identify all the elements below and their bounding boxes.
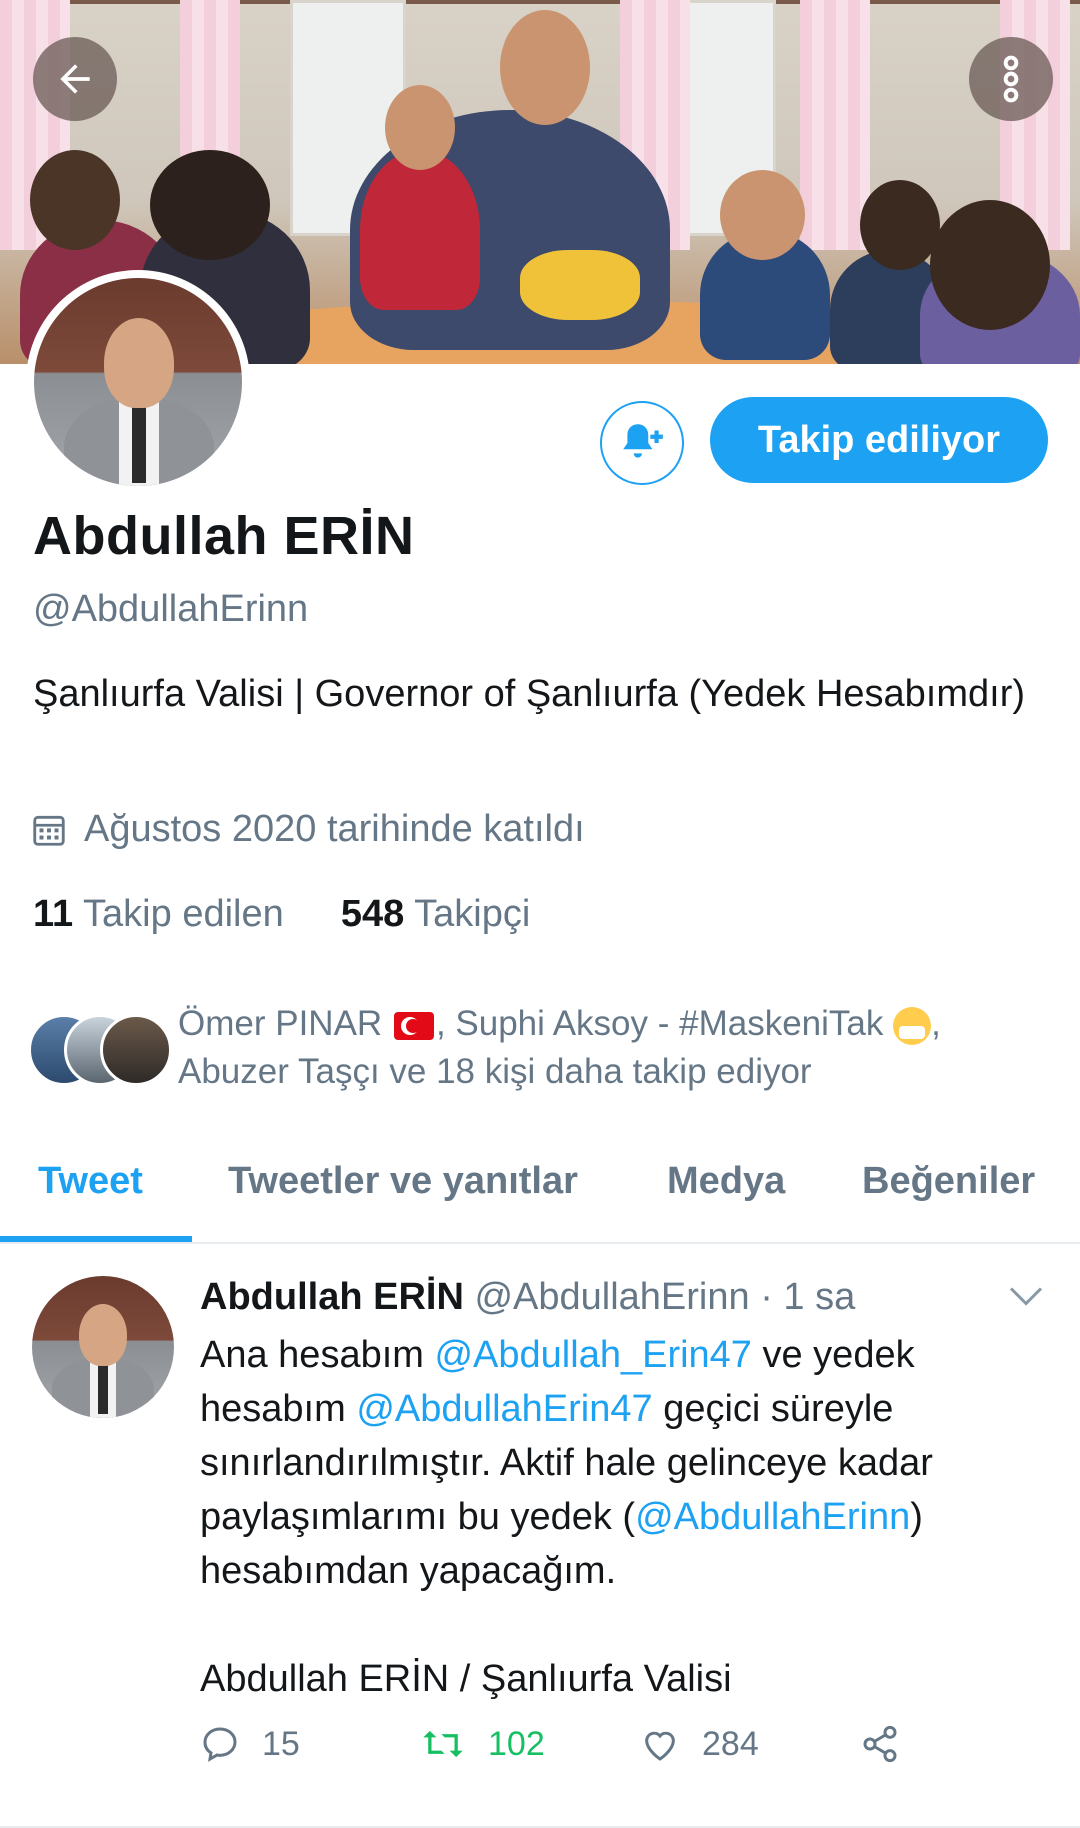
share-button[interactable]	[860, 1724, 922, 1764]
avatar	[100, 1014, 172, 1086]
tweet-time: · 1 sa	[760, 1276, 856, 1318]
followers-link[interactable]: 548 Takipçi	[341, 893, 530, 935]
joined-date-text: Ağustos 2020 tarihinde katıldı	[84, 808, 585, 850]
known-follower-name: Ömer PINAR	[178, 1004, 383, 1043]
mask-face-emoji-icon	[893, 1006, 932, 1045]
share-icon	[863, 1725, 897, 1763]
tweet[interactable]: Abdullah ERİN @AbdullahErinn · 1 sa Ana …	[0, 1244, 1080, 1828]
tweet-signature: Abdullah ERİN / Şanlıurfa Valisi	[200, 1658, 732, 1700]
tab-tweets-and-replies[interactable]: Tweetler ve yanıtlar	[228, 1160, 578, 1203]
banner-head	[720, 170, 805, 260]
tweet-text: Ana hesabım @Abdullah_Erin47 ve yedek he…	[200, 1328, 1050, 1706]
active-tab-indicator	[0, 1236, 192, 1242]
tab-media[interactable]: Medya	[667, 1160, 785, 1203]
back-button[interactable]	[33, 37, 117, 121]
avatar-photo	[34, 278, 242, 486]
banner-curtain	[800, 0, 870, 250]
tweet-actions: 15 102 284	[200, 1724, 1060, 1784]
calendar-icon	[33, 815, 65, 846]
like-count: 284	[702, 1724, 759, 1763]
retweet-button[interactable]: 102	[420, 1724, 545, 1764]
retweet-count: 102	[488, 1724, 545, 1763]
tweet-author-handle: @AbdullahErinn	[474, 1276, 750, 1318]
reply-button[interactable]: 15	[200, 1724, 300, 1764]
banner-head	[500, 10, 590, 125]
reply-icon	[203, 1727, 237, 1762]
chevron-down-icon	[1009, 1287, 1043, 1306]
joined-date: Ağustos 2020 tarihinde katıldı	[30, 808, 585, 851]
known-follower-name: , Suphi Aksoy - #MaskeniTak	[435, 1004, 884, 1043]
like-icon	[645, 1731, 675, 1761]
tweet-author-name[interactable]: Abdullah ERİN	[200, 1276, 464, 1318]
turkey-flag-icon	[393, 1011, 434, 1040]
back-arrow-icon	[60, 64, 90, 94]
known-followers-avatars	[28, 1014, 172, 1086]
followers-count: 548	[340, 893, 405, 935]
banner-head	[385, 85, 455, 170]
known-follower-more: Abuzer Taşçı ve 18 kişi daha takip ediyo…	[178, 1052, 812, 1091]
tweet-header: Abdullah ERİN @AbdullahErinn · 1 sa	[200, 1276, 855, 1319]
bell-plus-icon	[623, 424, 663, 458]
banner-head	[150, 150, 270, 260]
tweet-text-part: Ana hesabım	[200, 1334, 435, 1376]
profile-bio: Şanlıurfa Valisi | Governor of Şanlıurfa…	[33, 673, 1026, 715]
mention-link[interactable]: @AbdullahErinn	[635, 1496, 910, 1538]
profile-tabs: Tweet Tweetler ve yanıtlar Medya Beğenil…	[0, 1140, 1080, 1244]
known-follower-separator: ,	[931, 1004, 941, 1043]
profile-handle: @AbdullahErinn	[33, 588, 309, 630]
banner-edge	[0, 0, 1080, 4]
profile-name: Abdullah ERİN	[33, 506, 415, 566]
tweet-menu-button[interactable]	[1008, 1284, 1044, 1313]
banner-head	[30, 150, 120, 250]
banner-toy-truck	[520, 250, 640, 320]
tweet-author-avatar[interactable]	[32, 1276, 174, 1418]
known-followers-text: Ömer PINAR , Suphi Aksoy - #MaskeniTak ,…	[178, 1000, 1068, 1096]
retweet-icon	[423, 1730, 463, 1758]
following-link[interactable]: 11 Takip edilen	[33, 893, 284, 935]
banner-person	[360, 150, 480, 310]
tab-likes[interactable]: Beğeniler	[862, 1160, 1035, 1203]
mention-link[interactable]: @Abdullah_Erin47	[434, 1334, 751, 1376]
reply-count: 15	[262, 1724, 300, 1763]
banner-head	[930, 200, 1050, 330]
profile-avatar[interactable]	[26, 270, 250, 494]
followers-label: Takipçi	[414, 893, 531, 935]
banner-head	[860, 180, 940, 270]
tab-tweets[interactable]: Tweet	[38, 1160, 143, 1203]
notifications-button[interactable]	[600, 401, 684, 485]
following-count: 11	[33, 893, 74, 935]
follow-counts: 11 Takip edilen 548 Takipçi	[33, 893, 530, 936]
more-options-button[interactable]	[969, 37, 1053, 121]
mention-link[interactable]: @AbdullahErin47	[356, 1388, 652, 1430]
following-button[interactable]: Takip ediliyor	[710, 397, 1048, 483]
more-vertical-icon	[1003, 55, 1019, 103]
following-label: Takip edilen	[83, 893, 284, 935]
like-button[interactable]: 284	[640, 1724, 759, 1764]
